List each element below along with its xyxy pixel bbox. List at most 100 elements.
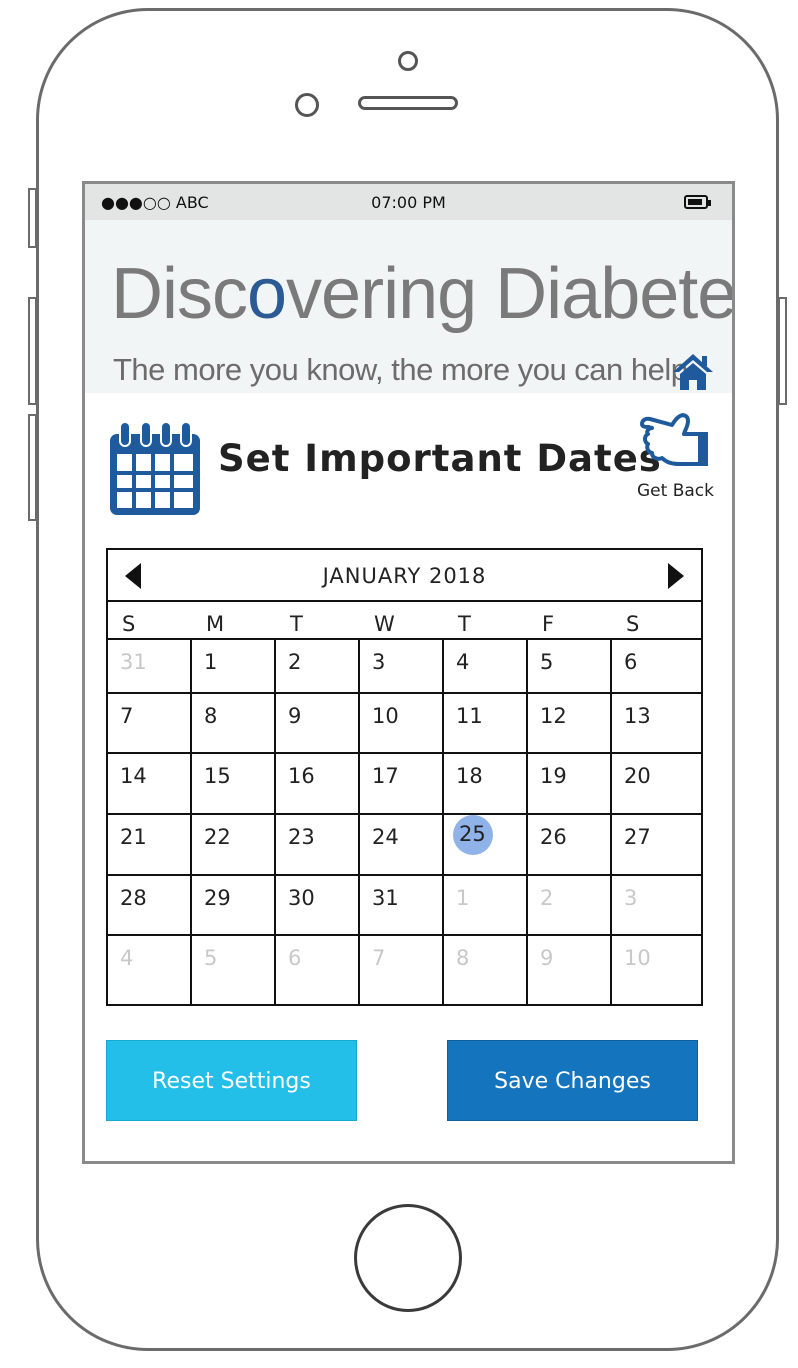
calendar-day-cell[interactable]: 21 bbox=[108, 815, 192, 876]
calendar-day-cell[interactable]: 17 bbox=[360, 754, 444, 815]
brand-logo: Discovering Diabetes bbox=[111, 254, 735, 334]
hardware-home-button[interactable] bbox=[354, 1204, 462, 1312]
status-bar: ●●●○○ ABC 07:00 PM bbox=[85, 184, 732, 220]
app-banner: Discovering Diabetes The more you know, … bbox=[85, 220, 732, 393]
front-camera bbox=[398, 51, 418, 71]
calendar-day-number: 4 bbox=[456, 650, 470, 674]
weekday-header-row: SMTWTFS bbox=[108, 602, 701, 640]
calendar-day-number: 19 bbox=[540, 764, 567, 788]
battery-icon bbox=[684, 195, 711, 209]
pointing-hand-icon[interactable] bbox=[638, 412, 710, 470]
calendar-day-number: 6 bbox=[624, 650, 638, 674]
calendar-day-cell[interactable]: 10 bbox=[360, 694, 444, 754]
calendar-day-cell[interactable]: 31 bbox=[108, 640, 192, 694]
calendar-day-cell[interactable]: 11 bbox=[444, 694, 528, 754]
calendar-day-cell[interactable]: 27 bbox=[612, 815, 703, 876]
calendar-day-cell[interactable]: 9 bbox=[528, 936, 612, 1006]
status-time: 07:00 PM bbox=[371, 193, 446, 212]
calendar-day-number: 17 bbox=[372, 764, 399, 788]
earpiece-speaker bbox=[358, 96, 458, 110]
calendar-day-number: 1 bbox=[204, 650, 218, 674]
calendar-day-cell[interactable]: 30 bbox=[276, 876, 360, 936]
calendar-day-cell[interactable]: 26 bbox=[528, 815, 612, 876]
calendar-day-cell[interactable]: 9 bbox=[276, 694, 360, 754]
calendar-day-cell[interactable]: 4 bbox=[108, 936, 192, 1006]
calendar-day-cell[interactable]: 24 bbox=[360, 815, 444, 876]
calendar-day-number: 22 bbox=[204, 825, 231, 849]
calendar-day-cell[interactable]: 8 bbox=[192, 694, 276, 754]
calendar-day-number: 9 bbox=[540, 946, 554, 970]
calendar-day-cell[interactable]: 13 bbox=[612, 694, 703, 754]
page-title: Set Important Dates bbox=[218, 437, 662, 480]
calendar-day-number: 2 bbox=[288, 650, 302, 674]
calendar-day-cell[interactable]: 14 bbox=[108, 754, 192, 815]
calendar-day-cell[interactable]: 8 bbox=[444, 936, 528, 1006]
calendar-day-number: 30 bbox=[288, 886, 315, 910]
calendar-day-number: 10 bbox=[372, 704, 399, 728]
calendar-day-cell[interactable]: 19 bbox=[528, 754, 612, 815]
reset-settings-button[interactable]: Reset Settings bbox=[106, 1040, 357, 1121]
calendar-day-cell[interactable]: 23 bbox=[276, 815, 360, 876]
calendar-day-number: 16 bbox=[288, 764, 315, 788]
calendar-day-cell[interactable]: 1 bbox=[192, 640, 276, 694]
calendar-day-number: 5 bbox=[540, 650, 554, 674]
calendar-day-number: 11 bbox=[456, 704, 483, 728]
side-button-power bbox=[778, 297, 787, 405]
calendar-day-number: 23 bbox=[288, 825, 315, 849]
calendar-day-cell[interactable]: 5 bbox=[192, 936, 276, 1006]
home-icon[interactable] bbox=[671, 352, 715, 392]
app-screen: ●●●○○ ABC 07:00 PM Discovering Diabetes … bbox=[82, 181, 735, 1164]
calendar-day-cell[interactable]: 5 bbox=[528, 640, 612, 694]
calendar-day-number: 18 bbox=[456, 764, 483, 788]
weekday-label: F bbox=[542, 612, 555, 636]
weekday-label: S bbox=[122, 612, 136, 636]
calendar-day-cell[interactable]: 4 bbox=[444, 640, 528, 694]
calendar-day-number: 2 bbox=[540, 886, 554, 910]
get-back-label[interactable]: Get Back bbox=[637, 481, 714, 501]
calendar-day-cell[interactable]: 25 bbox=[444, 815, 528, 876]
calendar-day-number: 28 bbox=[120, 886, 147, 910]
calendar-day-number: 21 bbox=[120, 825, 147, 849]
calendar-day-number: 7 bbox=[120, 704, 134, 728]
calendar-day-cell[interactable]: 6 bbox=[612, 640, 703, 694]
calendar-day-number: 24 bbox=[372, 825, 399, 849]
calendar-day-cell[interactable]: 20 bbox=[612, 754, 703, 815]
calendar-day-number: 20 bbox=[624, 764, 651, 788]
calendar-header: JANUARY 2018 bbox=[108, 550, 701, 602]
calendar-day-cell[interactable]: 1 bbox=[444, 876, 528, 936]
calendar-day-cell[interactable]: 7 bbox=[108, 694, 192, 754]
side-button-volume-down bbox=[28, 414, 37, 521]
calendar-day-number: 3 bbox=[624, 886, 638, 910]
calendar-day-cell[interactable]: 18 bbox=[444, 754, 528, 815]
calendar-day-number: 14 bbox=[120, 764, 147, 788]
side-button-mute bbox=[28, 188, 37, 248]
calendar-day-cell[interactable]: 31 bbox=[360, 876, 444, 936]
calendar-day-cell[interactable]: 6 bbox=[276, 936, 360, 1006]
calendar-day-cell[interactable]: 12 bbox=[528, 694, 612, 754]
calendar-day-cell[interactable]: 28 bbox=[108, 876, 192, 936]
calendar-day-cell[interactable]: 10 bbox=[612, 936, 703, 1006]
calendar-day-cell[interactable]: 3 bbox=[612, 876, 703, 936]
calendar-day-cell[interactable]: 7 bbox=[360, 936, 444, 1006]
weekday-label: S bbox=[626, 612, 640, 636]
calendar-day-number: 3 bbox=[372, 650, 386, 674]
weekday-label: M bbox=[206, 612, 225, 636]
calendar-day-cell[interactable]: 3 bbox=[360, 640, 444, 694]
calendar-day-number: 9 bbox=[288, 704, 302, 728]
calendar-day-number: 4 bbox=[120, 946, 134, 970]
calendar-day-cell[interactable]: 2 bbox=[528, 876, 612, 936]
calendar-day-cell[interactable]: 15 bbox=[192, 754, 276, 815]
calendar-day-number: 26 bbox=[540, 825, 567, 849]
calendar-day-cell[interactable]: 29 bbox=[192, 876, 276, 936]
brand-tagline: The more you know, the more you can help… bbox=[113, 352, 696, 387]
weekday-label: T bbox=[458, 612, 471, 636]
calendar-day-cell[interactable]: 16 bbox=[276, 754, 360, 815]
next-month-arrow-icon[interactable] bbox=[668, 563, 684, 589]
calendar-day-number: 10 bbox=[624, 946, 651, 970]
calendar-day-cell[interactable]: 2 bbox=[276, 640, 360, 694]
calendar-day-cell[interactable]: 22 bbox=[192, 815, 276, 876]
calendar-day-number: 8 bbox=[456, 946, 470, 970]
calendar-day-number: 27 bbox=[624, 825, 651, 849]
save-changes-button[interactable]: Save Changes bbox=[447, 1040, 698, 1121]
calendar-day-number: 8 bbox=[204, 704, 218, 728]
